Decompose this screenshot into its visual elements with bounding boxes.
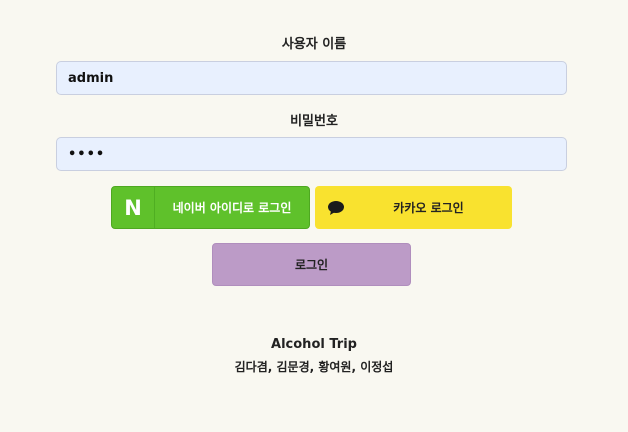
- password-input[interactable]: [56, 137, 567, 171]
- naver-logo-letter: N: [124, 195, 142, 220]
- kakao-login-button[interactable]: 카카오 로그인: [315, 186, 512, 229]
- footer-authors: 김다겸, 김문경, 황여원, 이정섭: [234, 360, 394, 374]
- naver-login-label: 네이버 아이디로 로그인: [172, 201, 292, 215]
- kakao-speech-bubble-icon: [315, 186, 357, 229]
- naver-logo-icon: N: [112, 187, 155, 228]
- password-label: 비밀번호: [290, 114, 338, 129]
- username-label: 사용자 이름: [281, 37, 347, 52]
- login-button[interactable]: 로그인: [212, 243, 411, 286]
- login-label: 로그인: [294, 258, 329, 272]
- kakao-login-label: 카카오 로그인: [393, 201, 464, 215]
- naver-login-button[interactable]: N 네이버 아이디로 로그인: [111, 186, 310, 229]
- footer-title: Alcohol Trip: [271, 337, 357, 352]
- username-input[interactable]: [56, 61, 567, 95]
